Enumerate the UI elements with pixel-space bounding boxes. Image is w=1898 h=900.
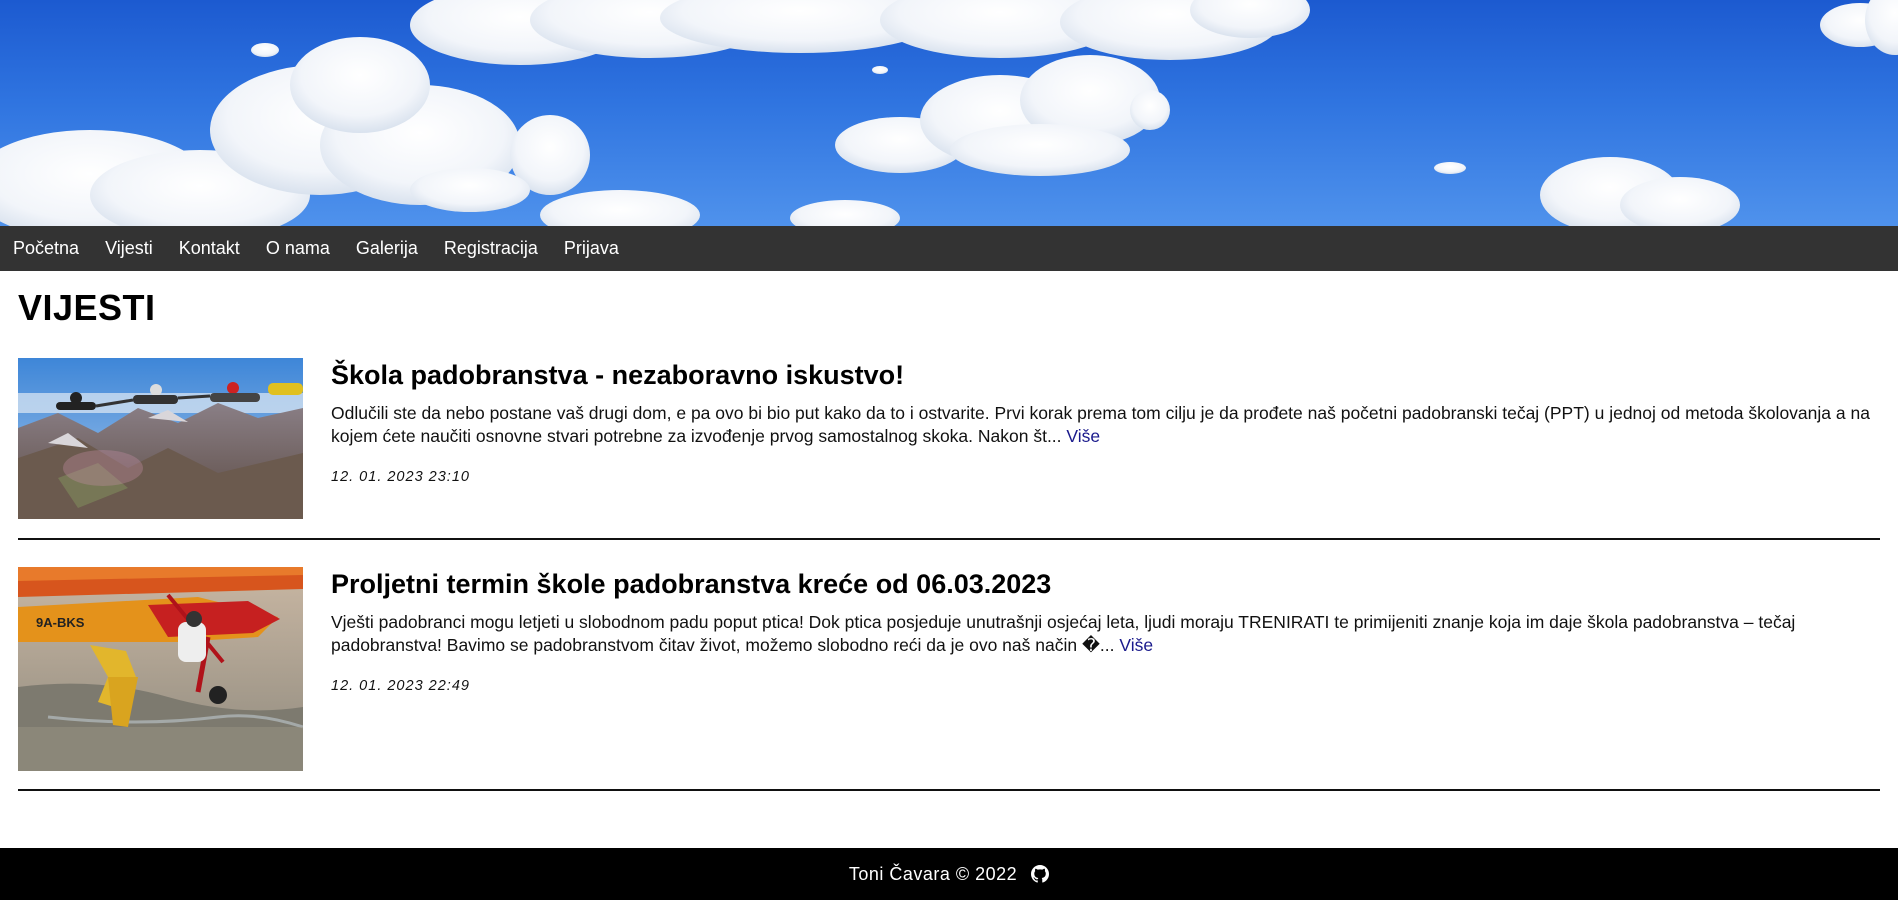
nav-link-pocetna[interactable]: Početna: [13, 226, 79, 271]
main-navigation: Početna Vijesti Kontakt O nama Galerija …: [0, 226, 1898, 271]
news-article: 9A-BKS Proljetni termin škole padobranst…: [18, 567, 1880, 772]
article-excerpt-text: Odlučili ste da nebo postane vaš drugi d…: [331, 403, 1870, 446]
github-logo: [1031, 865, 1050, 883]
nav-link-prijava[interactable]: Prijava: [564, 226, 619, 271]
page-title: VIJESTI: [18, 287, 156, 328]
article-thumbnail[interactable]: 9A-BKS: [18, 567, 303, 771]
nav-link-vijesti[interactable]: Vijesti: [105, 226, 153, 271]
article-date: 12. 01. 2023 22:49: [331, 678, 470, 694]
page-footer: Toni Čavara © 2022: [0, 848, 1898, 900]
nav-link-o-nama[interactable]: O nama: [266, 226, 330, 271]
read-more-link[interactable]: Više: [1119, 635, 1153, 655]
article-excerpt-text: Vješti padobranci mogu letjeti u slobodn…: [331, 612, 1796, 655]
skydiver-plane-image: 9A-BKS: [18, 567, 303, 771]
nav-link-galerija[interactable]: Galerija: [356, 226, 418, 271]
copyright-text: Toni Čavara © 2022: [848, 863, 1018, 884]
news-article: Škola padobranstva - nezaboravno iskustv…: [18, 358, 1880, 520]
plane-registration-label: 9A-BKS: [36, 615, 85, 630]
article-divider: [18, 789, 1880, 791]
article-excerpt: Odlučili ste da nebo postane vaš drugi d…: [331, 402, 1880, 448]
article-thumbnail[interactable]: [18, 358, 303, 519]
article-title[interactable]: Škola padobranstva - nezaboravno iskustv…: [331, 358, 1880, 392]
github-icon[interactable]: [1031, 865, 1050, 883]
skydivers-image: [18, 358, 303, 519]
sky-clouds-image: [0, 0, 1898, 226]
nav-link-registracija[interactable]: Registracija: [444, 226, 538, 271]
article-divider: [18, 538, 1880, 540]
article-date: 12. 01. 2023 23:10: [331, 469, 470, 485]
read-more-link[interactable]: Više: [1066, 426, 1100, 446]
nav-link-kontakt[interactable]: Kontakt: [179, 226, 240, 271]
article-title[interactable]: Proljetni termin škole padobranstva kreć…: [331, 567, 1880, 601]
article-content: Proljetni termin škole padobranstva kreć…: [331, 567, 1880, 694]
article-excerpt: Vješti padobranci mogu letjeti u slobodn…: [331, 611, 1880, 657]
header-banner: [0, 0, 1898, 226]
article-content: Škola padobranstva - nezaboravno iskustv…: [331, 358, 1880, 485]
